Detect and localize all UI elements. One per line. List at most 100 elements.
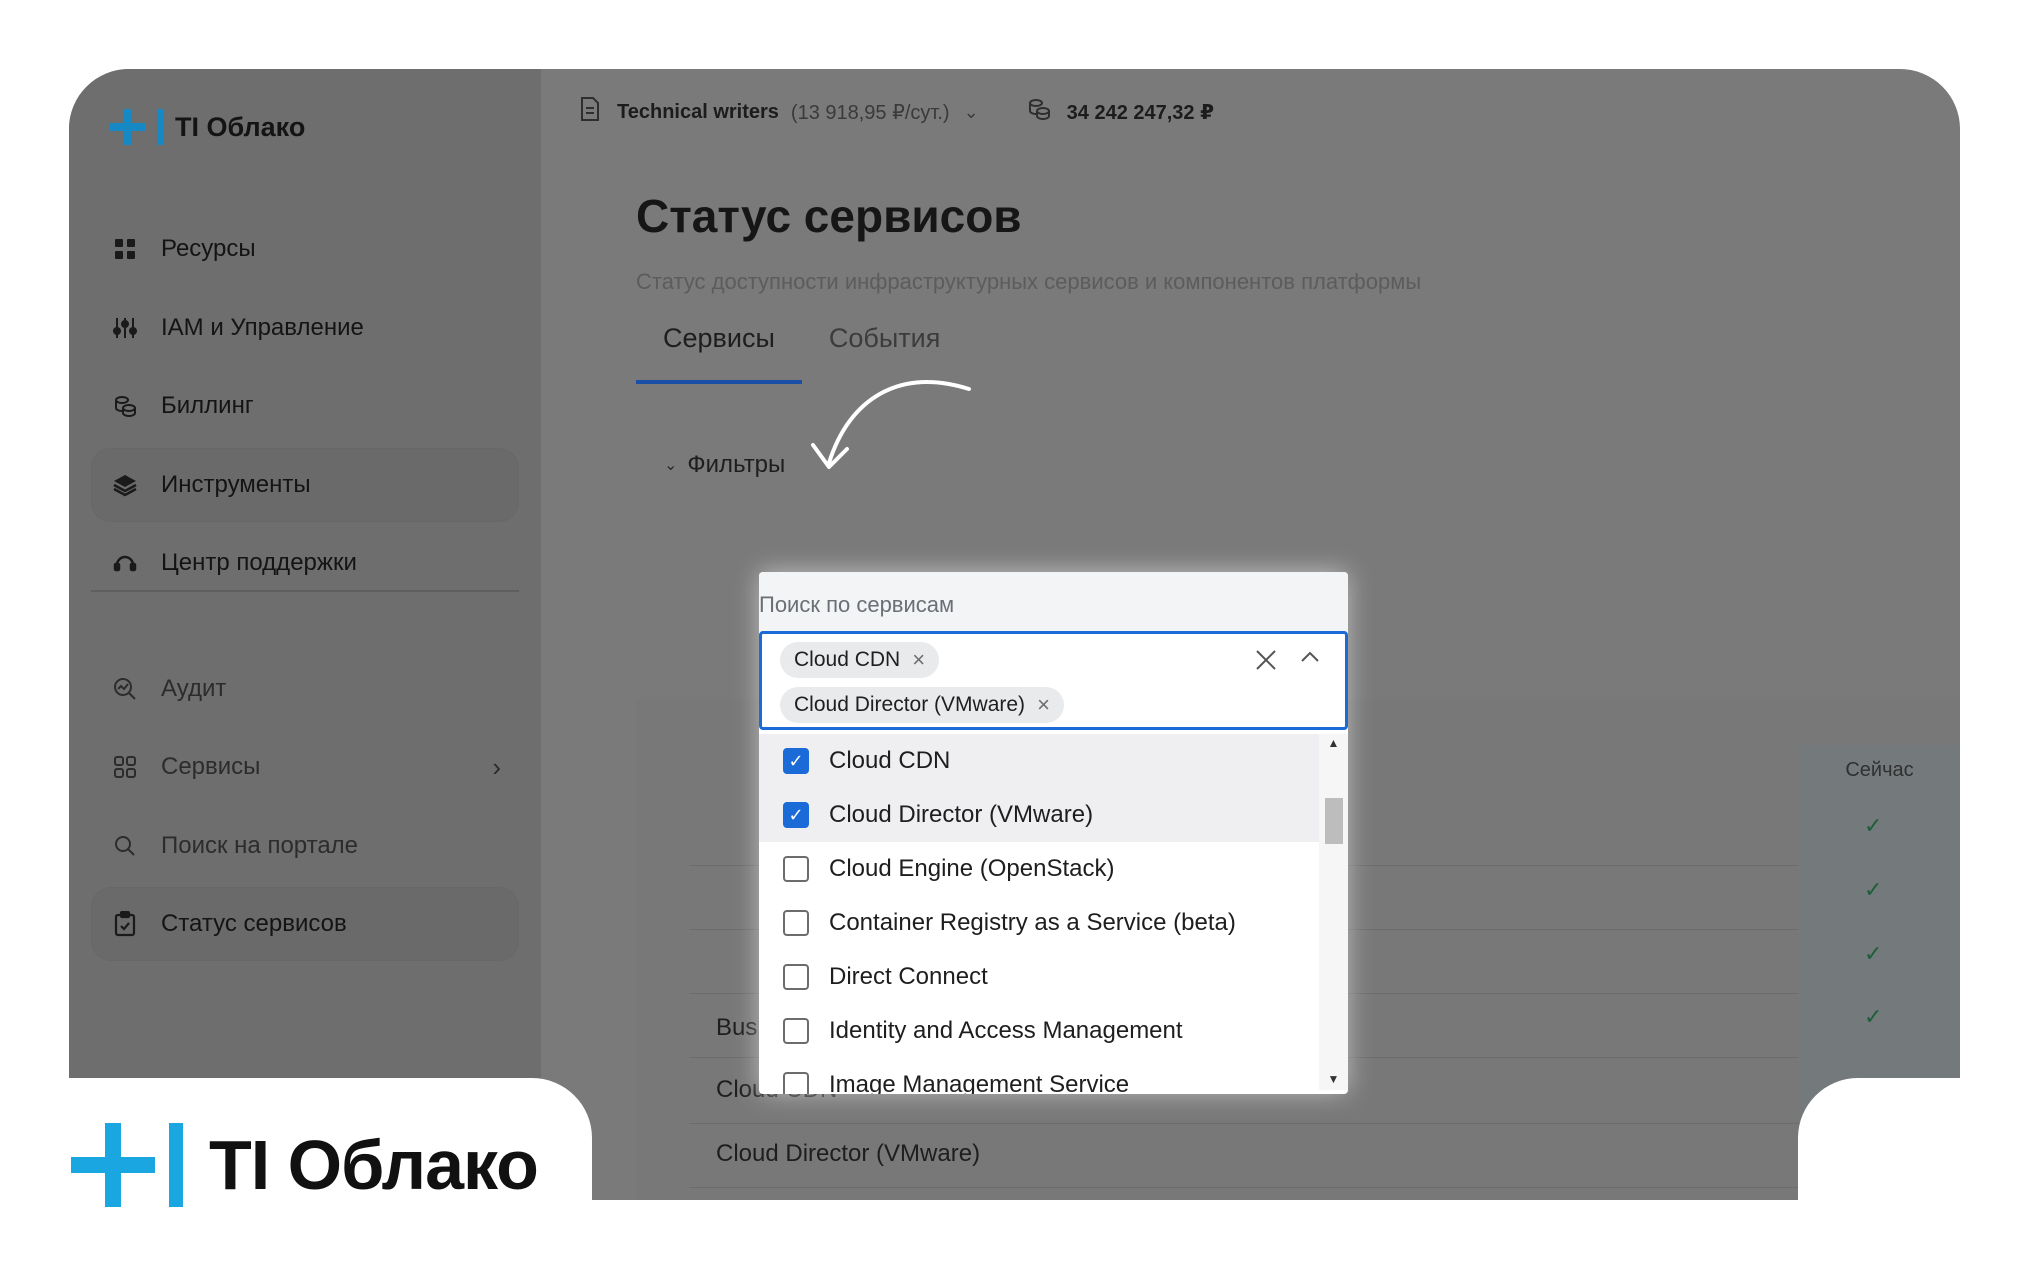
option-image-management[interactable]: Image Management Service <box>759 1058 1319 1094</box>
option-label: Direct Connect <box>829 963 988 990</box>
chip-remove-icon[interactable]: × <box>912 647 925 673</box>
scroll-down-icon[interactable]: ▼ <box>1319 1072 1348 1086</box>
options-list: ✓ Cloud CDN ✓ Cloud Director (VMware) Cl… <box>759 734 1319 1094</box>
apps-icon <box>111 753 139 781</box>
check-icon: ✓ <box>1864 941 1883 966</box>
option-label: Cloud Director (VMware) <box>829 801 1094 828</box>
sidebar-item-tools[interactable]: Инструменты <box>91 448 519 522</box>
sidebar: TI Облако Ресурсы IAM и Управление Билли… <box>69 69 541 1200</box>
sidebar-item-audit[interactable]: Аудит <box>91 652 519 726</box>
chip-label: Cloud CDN <box>794 648 901 671</box>
options-scrollbar[interactable]: ▲ ▼ <box>1319 734 1348 1090</box>
scrollbar-thumb[interactable] <box>1325 798 1343 844</box>
clipboard-icon <box>111 910 139 938</box>
checkbox[interactable] <box>783 910 809 936</box>
sidebar-item-label: Статус сервисов <box>161 910 347 937</box>
option-label: Cloud Engine (OpenStack) <box>829 855 1115 882</box>
sidebar-item-portal-search[interactable]: Поиск на портале <box>91 809 519 883</box>
top-bar: Technical writers (13 918,95 ₽/сут.) ⌄ 3… <box>579 87 1214 137</box>
corner-panel <box>1798 1078 2028 1268</box>
sidebar-item-support[interactable]: Центр поддержки <box>91 526 519 600</box>
chip-cloud-director[interactable]: Cloud Director (VMware) × <box>780 687 1064 723</box>
grid-icon <box>111 235 139 263</box>
sidebar-item-services[interactable]: Сервисы › <box>91 730 519 804</box>
checkbox[interactable] <box>783 964 809 990</box>
sidebar-item-billing[interactable]: Биллинг <box>91 369 519 443</box>
sidebar-item-label: Аудит <box>161 675 227 702</box>
filters-label: Фильтры <box>687 451 786 478</box>
chip-remove-icon[interactable]: × <box>1037 692 1050 718</box>
option-label: Container Registry as a Service (beta) <box>829 909 1236 936</box>
chevron-up-icon[interactable] <box>1299 646 1321 675</box>
balance-amount: 34 242 247,32 ₽ <box>1066 101 1215 124</box>
checkbox-checked[interactable]: ✓ <box>783 802 809 828</box>
sliders-icon <box>111 314 139 342</box>
project-name: Technical writers <box>617 100 779 123</box>
headset-icon <box>111 549 139 577</box>
brand-plus-icon <box>71 1123 155 1207</box>
page-subtitle: Статус доступности инфраструктурных серв… <box>636 269 1422 294</box>
row-divider <box>689 1187 1799 1188</box>
option-iam[interactable]: Identity and Access Management <box>759 1004 1319 1058</box>
sidebar-item-label: Инструменты <box>161 471 311 498</box>
option-cloud-cdn[interactable]: ✓ Cloud CDN <box>759 734 1319 788</box>
app-window: TI Облако Ресурсы IAM и Управление Билли… <box>69 69 1960 1200</box>
check-icon: ✓ <box>1864 813 1883 838</box>
chip-label: Cloud Director (VMware) <box>794 693 1026 716</box>
scroll-up-icon[interactable]: ▲ <box>1319 736 1348 750</box>
chip-cloud-cdn[interactable]: Cloud CDN × <box>780 642 940 678</box>
filters-toggle[interactable]: ⌄ Фильтры <box>664 451 785 479</box>
logo-bar-icon <box>157 109 163 145</box>
checkbox-checked[interactable]: ✓ <box>783 748 809 774</box>
now-column-header: Сейчас <box>1845 759 1914 781</box>
search-icon <box>111 832 139 860</box>
coins-icon <box>1027 97 1051 127</box>
chevron-down-icon: ⌄ <box>963 101 979 122</box>
option-label: Identity and Access Management <box>829 1017 1183 1044</box>
checkbox[interactable] <box>783 856 809 882</box>
brand-logo: TI Облако <box>71 1123 539 1207</box>
sidebar-item-label: Ресурсы <box>161 235 256 262</box>
checkbox[interactable] <box>783 1018 809 1044</box>
sidebar-item-label: Поиск на портале <box>161 832 359 859</box>
curved-arrow-icon <box>811 380 971 469</box>
document-icon <box>579 96 601 128</box>
option-cloud-director[interactable]: ✓ Cloud Director (VMware) <box>759 788 1319 842</box>
app-logo[interactable]: TI Облако <box>109 109 305 145</box>
project-selector[interactable]: Technical writers (13 918,95 ₽/сут.) ⌄ <box>617 100 979 125</box>
checkbox[interactable] <box>783 1072 809 1094</box>
chevron-right-icon: › <box>492 751 501 782</box>
logo-text: TI Облако <box>175 111 306 142</box>
balance[interactable]: 34 242 247,32 ₽ <box>1027 97 1214 127</box>
project-rate: (13 918,95 ₽/сут.) <box>790 101 950 124</box>
option-label: Cloud CDN <box>829 747 951 774</box>
audit-icon <box>111 675 139 703</box>
service-filter-dropdown: Поиск по сервисам Cloud CDN × Cloud Dire… <box>759 572 1348 1094</box>
table-row[interactable]: Cloud Director (VMware) <box>716 1140 980 1168</box>
tab-services[interactable]: Сервисы <box>636 323 802 384</box>
clear-icon[interactable] <box>1255 646 1277 678</box>
brand-bar-icon <box>169 1123 183 1207</box>
sidebar-item-label: Сервисы <box>161 753 261 780</box>
sidebar-item-label: IAM и Управление <box>161 314 364 341</box>
option-direct-connect[interactable]: Direct Connect <box>759 950 1319 1004</box>
sidebar-item-iam[interactable]: IAM и Управление <box>91 291 519 365</box>
dropdown-header: Поиск по сервисам <box>759 572 1348 632</box>
service-search-field[interactable]: Cloud CDN × Cloud Director (VMware) × <box>759 631 1348 730</box>
option-label: Image Management Service <box>829 1071 1130 1094</box>
check-icon: ✓ <box>1864 877 1883 902</box>
option-container-registry[interactable]: Container Registry as a Service (beta) <box>759 896 1319 950</box>
page-title: Статус сервисов <box>636 190 1022 242</box>
option-cloud-engine[interactable]: Cloud Engine (OpenStack) <box>759 842 1319 896</box>
layers-icon <box>111 471 139 499</box>
sidebar-divider <box>91 590 519 592</box>
check-icon: ✓ <box>1864 1004 1883 1029</box>
coins-icon <box>111 392 139 420</box>
dropdown-label: Поиск по сервисам <box>759 592 955 617</box>
sidebar-item-service-status[interactable]: Статус сервисов <box>91 887 519 961</box>
chevron-down-icon: ⌄ <box>664 457 678 474</box>
sidebar-item-resources[interactable]: Ресурсы <box>91 212 519 286</box>
logo-plus-icon <box>109 109 145 145</box>
sidebar-item-label: Биллинг <box>161 392 254 419</box>
brand-text: TI Облако <box>209 1126 539 1204</box>
